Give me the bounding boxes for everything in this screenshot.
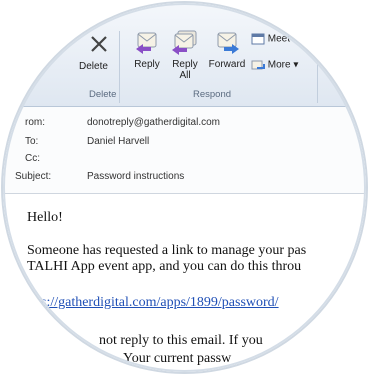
- divider: [317, 31, 318, 103]
- cc-row: Cc:: [3, 153, 366, 169]
- meeting-button[interactable]: Meet: [251, 33, 290, 45]
- forward-button[interactable]: Forward: [207, 29, 247, 70]
- forward-icon: [217, 32, 239, 54]
- partial-icon: [325, 43, 341, 69]
- cc-label: Cc:: [25, 153, 40, 164]
- more-label: More: [267, 59, 291, 71]
- subject-row: Subject: Password instructions: [3, 171, 366, 187]
- reply-all-label-2: All: [179, 70, 191, 81]
- magnifier-circle: Delete Reply Reply All Forward Meet More…: [3, 3, 366, 372]
- group-label-delete: Delete: [89, 89, 117, 100]
- calendar-icon: [251, 33, 265, 45]
- zoomed-screenshot: Delete Reply Reply All Forward Meet More…: [0, 0, 369, 375]
- message-headers: rom: donotreply@gatherdigital.com To: Da…: [3, 107, 366, 194]
- reply-button[interactable]: Reply: [129, 29, 165, 70]
- from-row: rom: donotreply@gatherdigital.com: [3, 117, 366, 133]
- reply-all-icon: [172, 30, 197, 55]
- reply-all-label-1: Reply: [172, 59, 198, 70]
- chevron-down-icon: ▾: [293, 59, 299, 71]
- subject-label: Subject:: [15, 171, 52, 182]
- delete-button[interactable]: Delete: [79, 61, 108, 72]
- reply-all-button[interactable]: Reply All: [167, 29, 203, 81]
- body-line-2: TALHI App event app, and you can do this…: [27, 259, 302, 274]
- greeting: Hello!: [27, 210, 63, 225]
- more-icon: [251, 60, 265, 70]
- from-value[interactable]: donotreply@gatherdigital.com: [87, 117, 220, 128]
- password-link[interactable]: s://gatherdigital.com/apps/1899/password…: [41, 295, 279, 311]
- ribbon: Delete Reply Reply All Forward Meet More…: [3, 3, 366, 107]
- to-row: To: Daniel Harvell: [3, 136, 366, 152]
- reply-icon: [136, 32, 157, 54]
- group-label-respond: Respond: [193, 89, 232, 100]
- meeting-label: Meet: [267, 33, 291, 45]
- to-value[interactable]: Daniel Harvell: [87, 136, 149, 147]
- divider: [119, 31, 120, 103]
- body-line-5: Your current passw: [123, 351, 232, 366]
- body-line-1: Someone has requested a link to manage y…: [27, 243, 307, 258]
- from-label: rom:: [25, 117, 45, 128]
- forward-label: Forward: [208, 59, 246, 70]
- more-button[interactable]: More ▾: [251, 59, 298, 71]
- to-label: To:: [25, 136, 39, 147]
- delete-icon[interactable]: [89, 33, 109, 55]
- subject-value: Password instructions: [87, 171, 185, 182]
- message-body: Hello! Someone has requested a link to m…: [3, 194, 366, 372]
- body-line-4: not reply to this email. If you: [99, 333, 263, 348]
- reply-label: Reply: [134, 59, 160, 70]
